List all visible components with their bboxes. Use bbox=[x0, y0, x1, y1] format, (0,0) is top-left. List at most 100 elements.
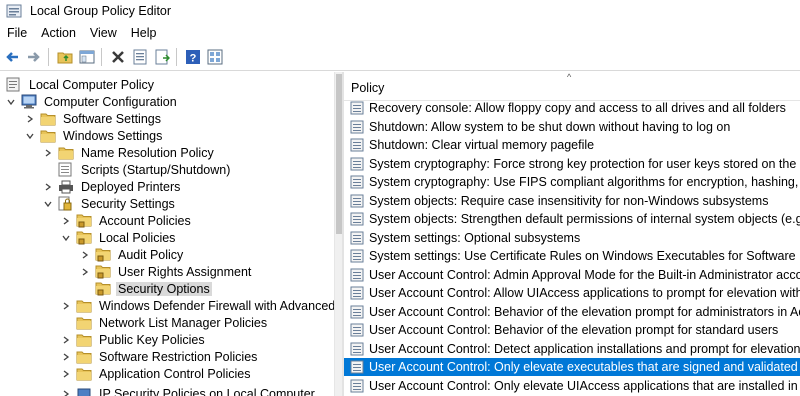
chevron-right-icon[interactable] bbox=[59, 333, 73, 347]
policy-row-label: User Account Control: Only elevate execu… bbox=[369, 360, 798, 374]
chevron-down-icon[interactable] bbox=[23, 129, 37, 143]
locked-folder-icon bbox=[76, 230, 92, 246]
toolbar-separator bbox=[48, 48, 49, 66]
tree-item-windows-defender-firewall[interactable]: Windows Defender Firewall with Advanced … bbox=[59, 297, 334, 314]
chevron-right-icon[interactable] bbox=[23, 112, 37, 126]
tree-item-windows-settings[interactable]: Windows Settings bbox=[23, 127, 164, 144]
column-header-label: Policy bbox=[351, 81, 385, 95]
policy-row[interactable]: Shutdown: Clear virtual memory pagefile bbox=[344, 136, 800, 154]
title-bar: Local Group Policy Editor bbox=[0, 0, 800, 22]
security-settings-icon bbox=[58, 196, 74, 212]
policy-row[interactable]: User Account Control: Allow UIAccess app… bbox=[344, 284, 800, 302]
tree-item-public-key-policies[interactable]: Public Key Policies bbox=[59, 331, 207, 348]
window-title: Local Group Policy Editor bbox=[30, 4, 172, 18]
chevron-right-icon[interactable] bbox=[59, 367, 73, 381]
policy-row[interactable]: User Account Control: Admin Approval Mod… bbox=[344, 266, 800, 284]
toolbar-separator bbox=[176, 48, 177, 66]
tree-item-user-rights-assignment[interactable]: User Rights Assignment bbox=[78, 263, 253, 280]
chevron-right-icon[interactable] bbox=[59, 387, 73, 396]
policy-row[interactable]: System cryptography: Force strong key pr… bbox=[344, 155, 800, 173]
policy-row-label: System objects: Require case insensitivi… bbox=[369, 193, 769, 208]
show-hide-tree-icon[interactable] bbox=[77, 47, 97, 67]
properties-icon[interactable] bbox=[130, 47, 150, 67]
menu-help[interactable]: Help bbox=[124, 26, 164, 40]
policy-row-label: Recovery console: Allow floppy copy and … bbox=[369, 101, 786, 115]
policy-row-label: System cryptography: Use FIPS compliant … bbox=[369, 175, 800, 189]
folder-icon bbox=[76, 298, 92, 314]
menu-file[interactable]: File bbox=[0, 26, 34, 40]
policy-row[interactable]: User Account Control: Only elevate execu… bbox=[344, 358, 800, 376]
policy-row[interactable]: System objects: Require case insensitivi… bbox=[344, 192, 800, 210]
back-icon[interactable] bbox=[2, 47, 22, 67]
policy-row[interactable]: User Account Control: Only elevate UIAcc… bbox=[344, 377, 800, 395]
folder-icon bbox=[76, 366, 92, 382]
chevron-down-icon[interactable] bbox=[4, 95, 18, 109]
tree-item-application-control-policies[interactable]: Application Control Policies bbox=[59, 365, 252, 382]
policy-row[interactable]: System settings: Use Certificate Rules o… bbox=[344, 247, 800, 265]
policy-row[interactable]: User Account Control: Behavior of the el… bbox=[344, 303, 800, 321]
help-icon[interactable]: ? bbox=[183, 47, 203, 67]
tree-item-computer-configuration[interactable]: Computer Configuration bbox=[4, 93, 179, 110]
policy-setting-icon bbox=[350, 323, 364, 337]
tree-item-local-computer-policy[interactable]: Local Computer Policy bbox=[6, 76, 156, 93]
export-list-icon[interactable] bbox=[152, 47, 172, 67]
policy-row[interactable]: System settings: Optional subsystems bbox=[344, 229, 800, 247]
tree-item-security-settings[interactable]: Security Settings bbox=[41, 195, 177, 212]
menu-view[interactable]: View bbox=[83, 26, 124, 40]
policy-row[interactable]: User Account Control: Detect application… bbox=[344, 340, 800, 358]
tree-item-software-restriction-policies[interactable]: Software Restriction Policies bbox=[59, 348, 259, 365]
menu-action[interactable]: Action bbox=[34, 26, 83, 40]
tree-item-name-resolution-policy[interactable]: Name Resolution Policy bbox=[41, 144, 216, 161]
policy-row-label: User Account Control: Behavior of the el… bbox=[369, 304, 800, 319]
policy-row-label: System settings: Use Certificate Rules o… bbox=[369, 249, 800, 263]
chevron-down-icon[interactable] bbox=[59, 231, 73, 245]
tree-item-scripts[interactable]: Scripts (Startup/Shutdown) bbox=[58, 161, 232, 178]
filter-view-icon[interactable] bbox=[205, 47, 225, 67]
folder-icon bbox=[76, 349, 92, 365]
chevron-down-icon[interactable] bbox=[41, 197, 55, 211]
chevron-right-icon[interactable] bbox=[59, 350, 73, 364]
tree-item-deployed-printers[interactable]: Deployed Printers bbox=[41, 178, 182, 195]
policy-row-label: System cryptography: Force strong key pr… bbox=[369, 156, 800, 171]
tree-item-local-policies[interactable]: Local Policies bbox=[59, 229, 177, 246]
policy-row[interactable]: System cryptography: Use FIPS compliant … bbox=[344, 173, 800, 191]
policy-setting-icon bbox=[350, 249, 364, 263]
policy-setting-icon bbox=[350, 231, 364, 244]
delete-icon[interactable] bbox=[108, 47, 128, 67]
computer-icon bbox=[21, 94, 37, 110]
chevron-right-icon[interactable] bbox=[78, 265, 92, 279]
sort-ascending-icon: ^ bbox=[567, 72, 572, 82]
tree-item-security-options[interactable]: Security Options bbox=[95, 280, 212, 297]
policy-setting-icon bbox=[350, 175, 364, 189]
folder-icon bbox=[40, 128, 56, 144]
policy-column-header[interactable]: ^ Policy bbox=[344, 72, 800, 101]
policy-row[interactable]: System objects: Strengthen default permi… bbox=[344, 210, 800, 228]
tree-item-account-policies[interactable]: Account Policies bbox=[59, 212, 193, 229]
tree-item-network-list-manager-policies[interactable]: Network List Manager Policies bbox=[76, 314, 269, 331]
tree-item-software-settings[interactable]: Software Settings bbox=[23, 110, 163, 127]
forward-icon[interactable] bbox=[24, 47, 44, 67]
chevron-right-icon[interactable] bbox=[78, 248, 92, 262]
chevron-right-icon[interactable] bbox=[41, 180, 55, 194]
tree-item-ip-security-policies[interactable]: IP Security Policies on Local Computer bbox=[59, 385, 317, 396]
policy-row[interactable]: User Account Control: Behavior of the el… bbox=[344, 321, 800, 339]
chevron-right-icon[interactable] bbox=[41, 146, 55, 160]
chevron-right-icon[interactable] bbox=[59, 299, 73, 313]
svg-text:?: ? bbox=[190, 53, 197, 65]
toolbar-separator bbox=[101, 48, 102, 66]
policy-row[interactable]: Shutdown: Allow system to be shut down w… bbox=[344, 118, 800, 136]
policy-setting-icon bbox=[350, 194, 364, 207]
policy-setting-icon bbox=[350, 305, 364, 318]
policy-setting-icon bbox=[350, 138, 364, 152]
policy-setting-icon bbox=[350, 101, 364, 115]
up-folder-icon[interactable] bbox=[55, 47, 75, 67]
tree-item-audit-policy[interactable]: Audit Policy bbox=[78, 246, 185, 263]
policy-row[interactable]: Recovery console: Allow floppy copy and … bbox=[344, 99, 800, 117]
policy-setting-icon bbox=[350, 286, 364, 300]
policy-setting-icon bbox=[350, 120, 364, 133]
policy-row-label: User Account Control: Detect application… bbox=[369, 341, 800, 356]
policy-setting-icon bbox=[350, 212, 364, 226]
policy-document-icon bbox=[6, 77, 22, 93]
ip-security-icon bbox=[76, 386, 92, 396]
chevron-right-icon[interactable] bbox=[59, 214, 73, 228]
